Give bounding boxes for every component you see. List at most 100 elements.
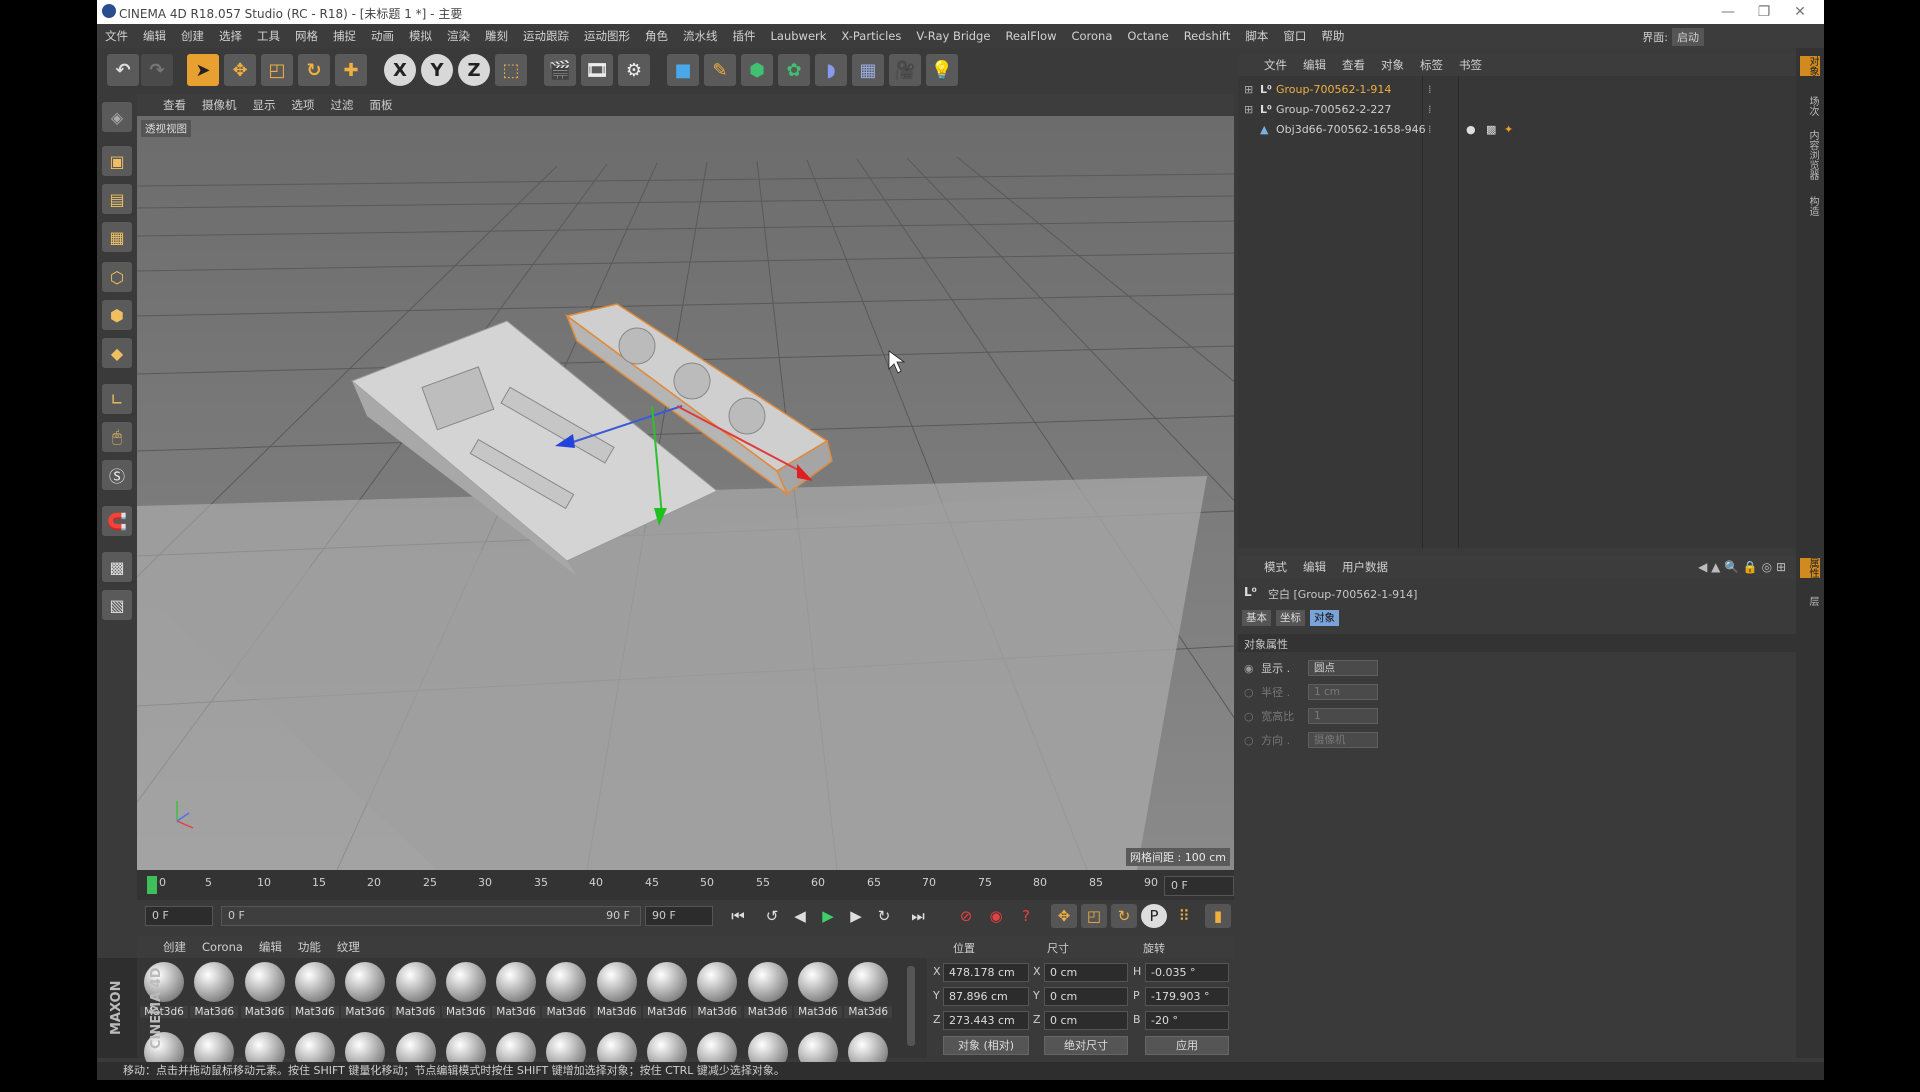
pen-icon[interactable]: ✎	[704, 54, 736, 86]
array-icon[interactable]: ✿	[778, 54, 810, 86]
menu-mesh[interactable]: 网格	[295, 28, 318, 44]
tab-basic[interactable]: 基本	[1242, 610, 1271, 626]
position-x-field[interactable]: 478.178 cm	[943, 963, 1029, 982]
move-icon[interactable]: ✥	[224, 54, 256, 86]
menu-character[interactable]: 角色	[645, 28, 668, 44]
menu-corona[interactable]: Corona	[1071, 29, 1112, 43]
radio-icon[interactable]: ○	[1244, 686, 1254, 699]
object-menu-view[interactable]: 查看	[1342, 57, 1365, 73]
attribute-menu-mode[interactable]: 模式	[1264, 559, 1287, 575]
menu-animate[interactable]: 动画	[371, 28, 394, 44]
menu-file[interactable]: 文件	[105, 28, 128, 44]
previous-frame-icon[interactable]: ◀	[787, 904, 813, 928]
rotation-h-field[interactable]: -0.035 °	[1145, 963, 1229, 982]
rotate-icon[interactable]: ↻	[298, 54, 330, 86]
record-scale-icon[interactable]: ◰	[1081, 904, 1107, 928]
tab-coordinates[interactable]: 坐标	[1276, 610, 1305, 626]
edges-mode-icon[interactable]: ⬢	[102, 300, 132, 330]
next-frame-icon[interactable]: ▶	[843, 904, 869, 928]
object-menu-objects[interactable]: 对象	[1381, 57, 1404, 73]
material-menu-create[interactable]: 创建	[163, 939, 186, 955]
material-swatch[interactable]: Mat3d6	[743, 960, 792, 1022]
timeline-window-icon[interactable]: ▮	[1205, 904, 1231, 928]
menu-render[interactable]: 渲染	[447, 28, 470, 44]
expand-icon[interactable]: ⊞	[1244, 100, 1253, 120]
timeline-ruler[interactable]: 0 5 10 15 20 25 30 35 40 45 50 55 60 65 …	[137, 870, 1234, 900]
orientation-dropdown[interactable]: 摄像机	[1308, 732, 1378, 748]
object-row[interactable]: ⊞ L⁰ Group-700562-1-914 ⁞	[1238, 80, 1796, 100]
material-swatch[interactable]	[794, 1030, 842, 1092]
texture-tag-icon[interactable]: ▩	[1486, 120, 1496, 140]
menu-tools[interactable]: 工具	[257, 28, 280, 44]
viewport-menu-panel[interactable]: 面板	[370, 97, 393, 113]
viewport-menu-view[interactable]: 查看	[163, 97, 186, 113]
material-swatch[interactable]	[241, 1030, 289, 1092]
material-swatch[interactable]: Mat3d6	[441, 960, 490, 1022]
object-name[interactable]: Group-700562-1-914	[1276, 80, 1391, 100]
material-swatch[interactable]	[392, 1030, 440, 1092]
end-frame-field[interactable]: 90 F	[645, 906, 713, 926]
material-swatch[interactable]: Mat3d6	[190, 960, 239, 1022]
tweak-mode-icon[interactable]: 🖱	[102, 422, 132, 452]
viewport-menu-cameras[interactable]: 摄像机	[202, 97, 237, 113]
deformer-icon[interactable]: ◗	[815, 54, 847, 86]
workplane-icon[interactable]: ▩	[102, 552, 132, 582]
make-editable-icon[interactable]: ◈	[102, 102, 132, 132]
workplane-mode-icon[interactable]: ▦	[102, 222, 132, 252]
redo-icon[interactable]: ↷	[141, 54, 173, 86]
object-name[interactable]: Group-700562-2-227	[1276, 100, 1391, 120]
record-rotation-icon[interactable]: ↻	[1111, 904, 1137, 928]
playhead[interactable]	[147, 876, 157, 894]
material-swatch[interactable]: Mat3d6	[844, 960, 893, 1022]
material-swatch[interactable]	[593, 1030, 641, 1092]
light-icon[interactable]: 💡	[926, 54, 958, 86]
size-x-field[interactable]: 0 cm	[1044, 963, 1128, 982]
menu-sculpt[interactable]: 雕刻	[485, 28, 508, 44]
material-swatch[interactable]: Mat3d6	[793, 960, 842, 1022]
expand-icon[interactable]: ⊞	[1244, 80, 1253, 100]
y-axis-icon[interactable]: Y	[421, 54, 453, 86]
material-swatch[interactable]: Mat3d6	[592, 960, 641, 1022]
camera-icon[interactable]: 🎥	[889, 54, 921, 86]
radio-icon[interactable]: ○	[1244, 734, 1254, 747]
tab-attributes[interactable]: 属性	[1800, 558, 1820, 578]
points-mode-icon[interactable]: ⬡	[102, 262, 132, 292]
render-view-icon[interactable]: 🎬	[544, 54, 576, 86]
material-swatch[interactable]	[492, 1030, 540, 1092]
render-picture-viewer-icon[interactable]: 🎞	[581, 54, 613, 86]
material-swatch[interactable]: Mat3d6	[492, 960, 541, 1022]
radius-field[interactable]: 1 cm	[1308, 684, 1378, 700]
texture-mode-icon[interactable]: ▤	[102, 184, 132, 214]
locked-workplane-icon[interactable]: ▧	[102, 590, 132, 620]
minimize-button[interactable]: —	[1714, 2, 1742, 22]
viewport-menu-options[interactable]: 选项	[292, 97, 315, 113]
material-swatch[interactable]	[190, 1030, 238, 1092]
material-swatch[interactable]: Mat3d6	[391, 960, 440, 1022]
model-mode-icon[interactable]: ▣	[102, 146, 132, 176]
start-frame-field[interactable]: 0 F	[145, 906, 213, 926]
object-menu-edit[interactable]: 编辑	[1303, 57, 1326, 73]
menu-window[interactable]: 窗口	[1283, 28, 1306, 44]
restore-button[interactable]: ❐	[1750, 2, 1778, 22]
phong-tag-icon[interactable]: ✦	[1504, 120, 1513, 140]
record-position-icon[interactable]: ✥	[1051, 904, 1077, 928]
menu-snap[interactable]: 捕捉	[333, 28, 356, 44]
menu-pipeline[interactable]: 流水线	[683, 28, 718, 44]
material-swatch[interactable]: Mat3d6	[341, 960, 390, 1022]
attribute-menu-edit[interactable]: 编辑	[1303, 559, 1326, 575]
subdivision-icon[interactable]: ⬢	[741, 54, 773, 86]
menu-create[interactable]: 创建	[181, 28, 204, 44]
position-z-field[interactable]: 273.443 cm	[943, 1011, 1029, 1030]
tab-takes[interactable]: 场次	[1800, 96, 1820, 116]
material-swatch[interactable]: Mat3d6	[240, 960, 289, 1022]
radio-icon[interactable]: ○	[1244, 710, 1254, 723]
material-menu-texture[interactable]: 纹理	[337, 939, 360, 955]
visibility-toggle-icon[interactable]: ⁞	[1428, 100, 1432, 120]
go-to-start-icon[interactable]: ⏮	[725, 904, 751, 928]
menu-edit[interactable]: 编辑	[143, 28, 166, 44]
rotation-b-field[interactable]: -20 °	[1145, 1011, 1229, 1030]
menu-script[interactable]: 脚本	[1245, 28, 1268, 44]
tab-object[interactable]: 对象	[1310, 610, 1339, 626]
size-z-field[interactable]: 0 cm	[1044, 1011, 1128, 1030]
current-frame-field[interactable]: 0 F	[1164, 876, 1234, 896]
